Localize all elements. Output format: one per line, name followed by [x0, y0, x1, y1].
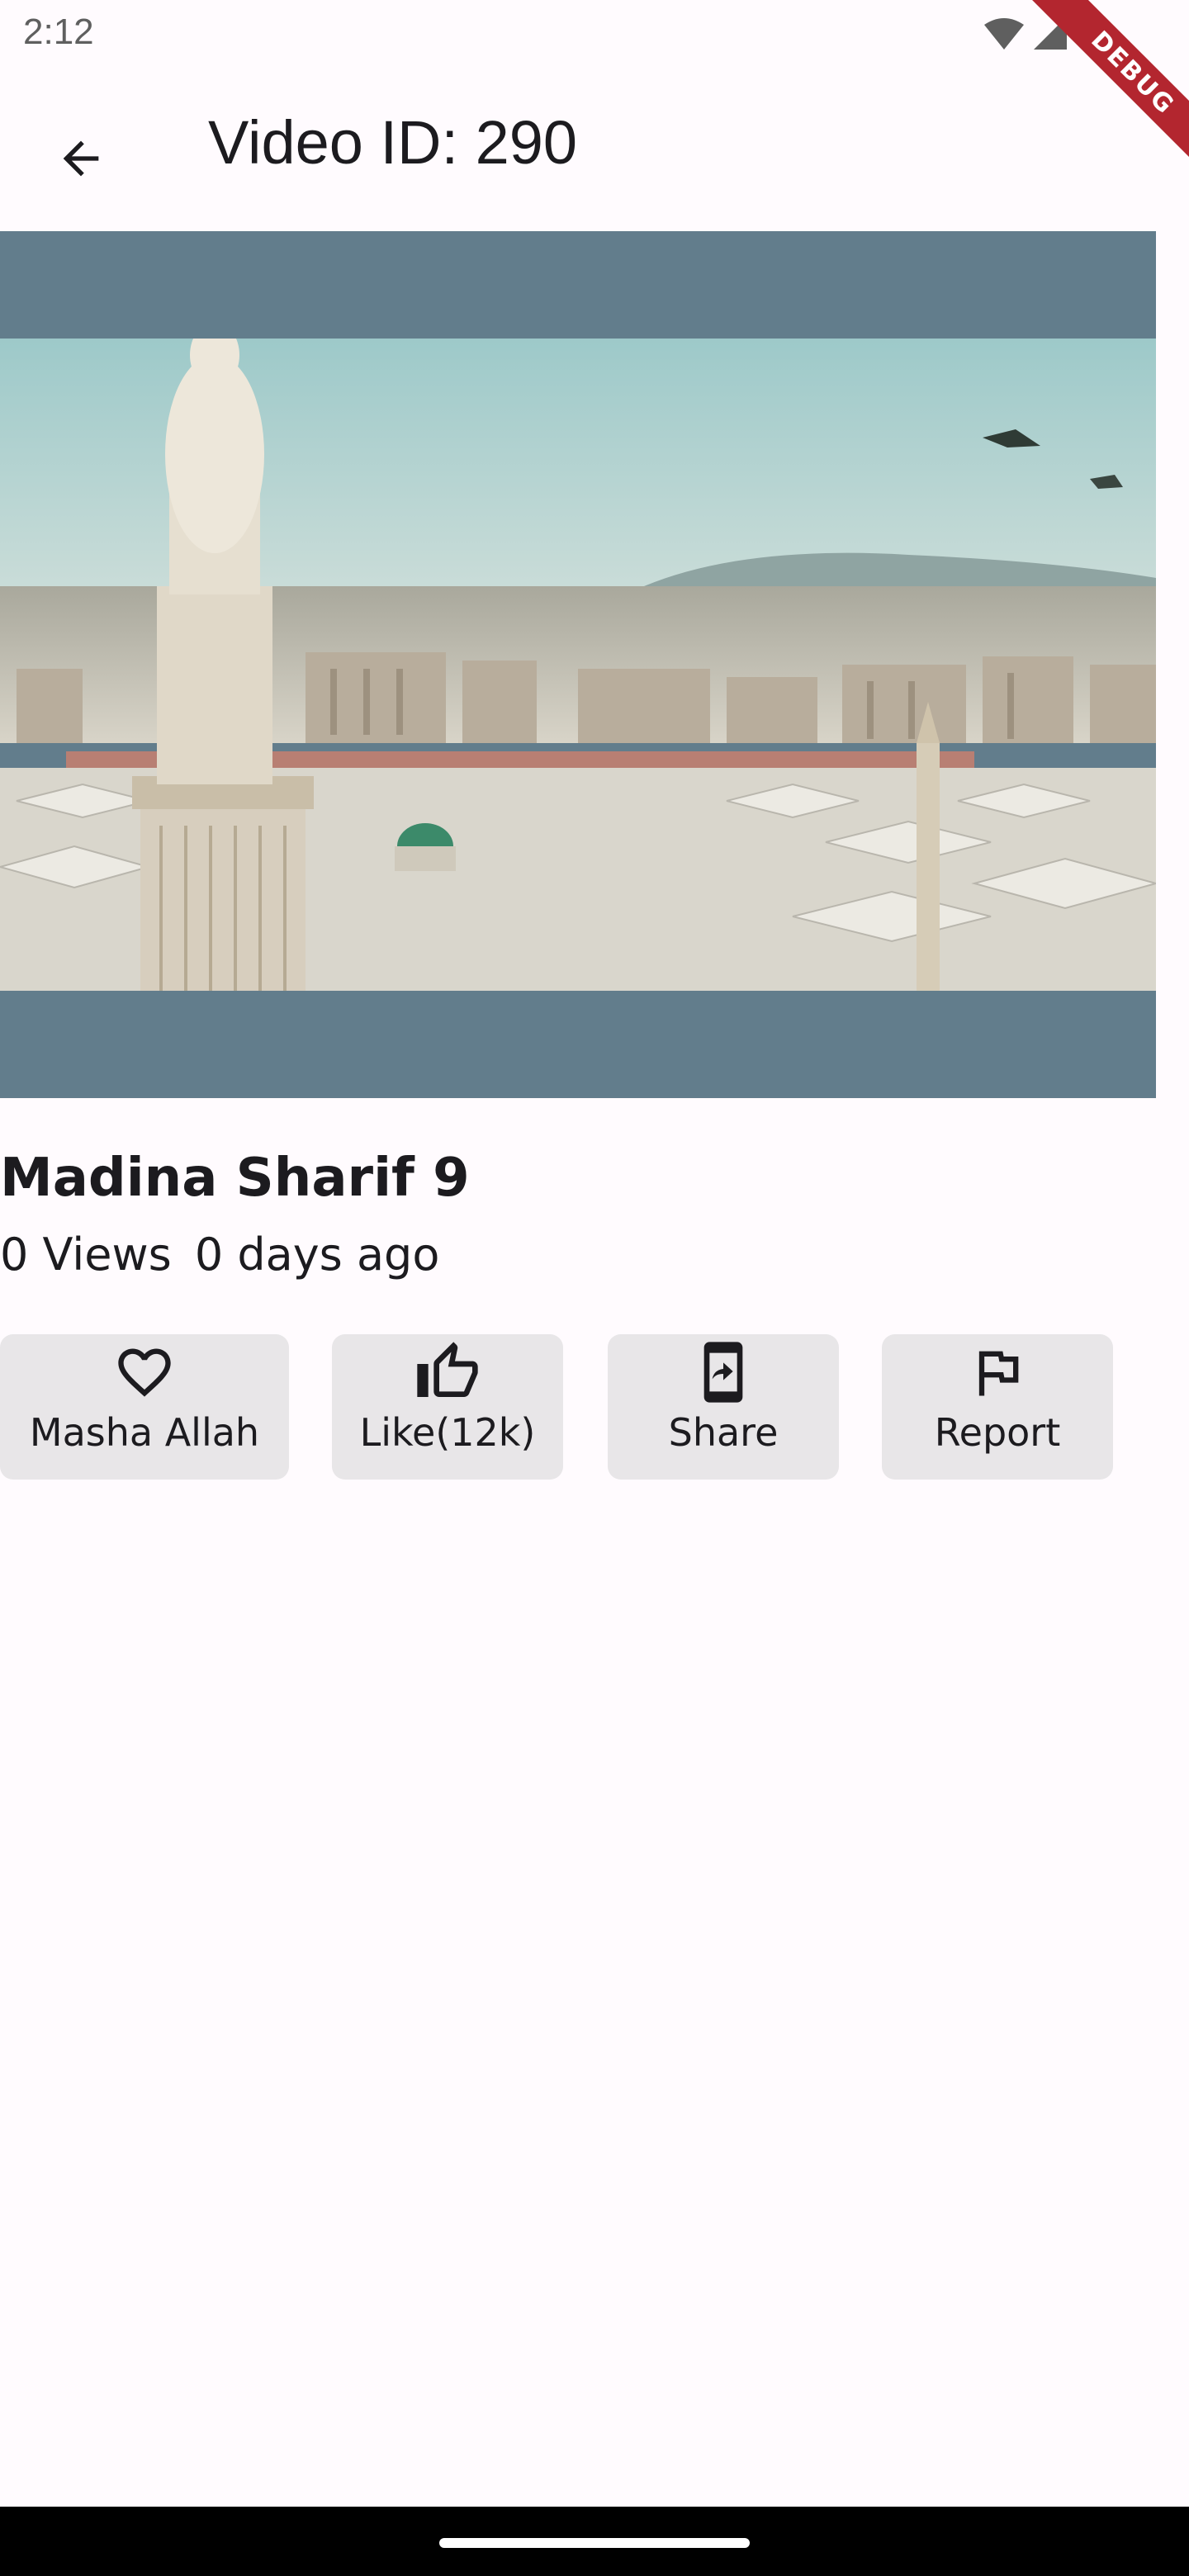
back-button[interactable]	[36, 114, 126, 203]
video-title: Madina Sharif 9	[0, 1148, 470, 1209]
page-title: Video ID: 290	[208, 108, 578, 177]
share-label: Share	[668, 1410, 779, 1455]
home-handle[interactable]	[439, 2538, 750, 2548]
share-button[interactable]: Share	[608, 1334, 839, 1480]
view-count: 0 Views	[0, 1229, 172, 1281]
share-phone-icon	[690, 1339, 756, 1405]
flag-icon	[964, 1339, 1030, 1405]
like-label: Like(12k)	[359, 1410, 536, 1455]
report-button[interactable]: Report	[882, 1334, 1113, 1480]
video-meta: 0 Views 0 days ago	[0, 1229, 439, 1281]
thumb-up-icon	[414, 1339, 481, 1405]
app-bar: Video ID: 290	[0, 69, 1189, 231]
like-button[interactable]: Like(12k)	[332, 1334, 563, 1480]
report-label: Report	[934, 1410, 1061, 1455]
system-gesture-bar	[0, 2507, 1189, 2576]
masha-allah-label: Masha Allah	[29, 1410, 260, 1455]
masha-allah-button[interactable]: Masha Allah	[0, 1334, 289, 1480]
video-player[interactable]	[0, 231, 1156, 1098]
arrow-back-icon	[63, 140, 99, 177]
action-buttons: Masha Allah Like(12k) Share Report	[0, 1334, 1189, 1480]
heart-icon	[111, 1339, 178, 1405]
video-thumbnail	[0, 339, 1156, 991]
posted-time: 0 days ago	[194, 1229, 440, 1281]
status-bar: 2:12 DEBUG	[0, 0, 1189, 181]
status-time: 2:12	[23, 12, 94, 52]
